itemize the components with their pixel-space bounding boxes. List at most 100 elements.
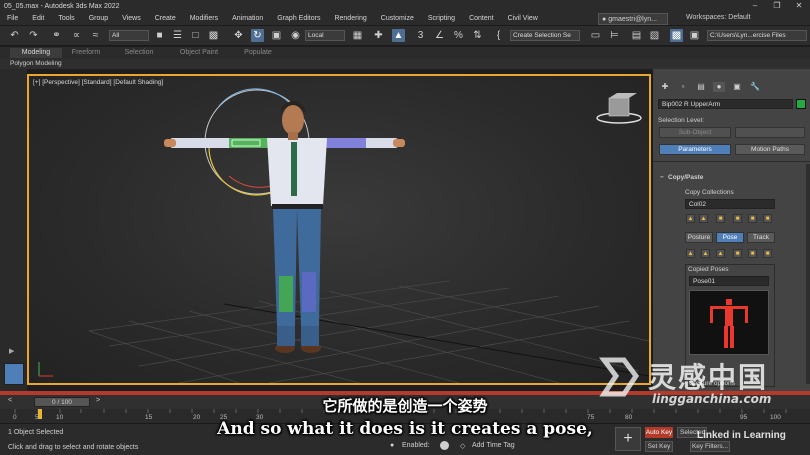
paste-opposite-icon[interactable]: ▲	[716, 249, 725, 258]
menu-graph-editors[interactable]: Graph Editors	[270, 15, 327, 22]
collection-dropdown[interactable]: Col02	[685, 199, 775, 209]
percent-snap-icon[interactable]: %	[452, 29, 465, 42]
menu-scripting[interactable]: Scripting	[421, 15, 462, 22]
selection-filter-dropdown[interactable]: All	[109, 30, 149, 41]
display-tab-icon[interactable]: ▣	[731, 82, 743, 92]
menu-tools[interactable]: Tools	[51, 15, 81, 22]
menu-rendering[interactable]: Rendering	[327, 15, 373, 22]
move-icon[interactable]: ✥	[232, 29, 245, 42]
named-selection-set-dropdown[interactable]: Create Selection Se	[510, 30, 580, 41]
tab-modeling[interactable]: Modeling	[10, 48, 62, 58]
render-frame-icon[interactable]: ▣	[688, 29, 701, 42]
paste-pose-icon[interactable]: ▲	[701, 249, 710, 258]
scale-icon[interactable]: ▣	[270, 29, 283, 42]
pose-dropdown[interactable]: Pose01	[689, 276, 769, 286]
render-setup-icon[interactable]: ▩	[670, 29, 683, 42]
command-panel-scrollbar[interactable]	[806, 164, 810, 384]
paste-collection-icon[interactable]: ■	[748, 214, 757, 223]
select-manipulate-icon[interactable]: ✚	[372, 29, 385, 42]
viewport-layout-thumbnail[interactable]	[4, 363, 24, 385]
bind-space-warp-icon[interactable]: ≈	[89, 29, 102, 42]
save-collection-icon[interactable]: ■	[716, 214, 725, 223]
menu-content[interactable]: Content	[462, 15, 501, 22]
copy-all-icon[interactable]: ■	[763, 249, 772, 258]
character-model[interactable]	[164, 101, 405, 353]
pose-button[interactable]: Pose	[716, 232, 744, 243]
viewcube-icon[interactable]	[596, 93, 642, 124]
menu-modifiers[interactable]: Modifiers	[183, 15, 225, 22]
pivot-center-icon[interactable]: ▦	[351, 29, 364, 42]
menu-customize[interactable]: Customize	[374, 15, 421, 22]
project-folder-dropdown[interactable]: C:\Users\Lyn...ercise Files	[707, 30, 807, 41]
utilities-tab-icon[interactable]: 🔧	[749, 82, 761, 92]
user-account-dropdown[interactable]: ● gmaestri@lyn...	[598, 13, 668, 25]
copy-collection-icon[interactable]: ■	[733, 214, 742, 223]
rectangular-selection-icon[interactable]: □	[189, 29, 202, 42]
menu-edit[interactable]: Edit	[25, 15, 51, 22]
menu-create[interactable]: Create	[148, 15, 183, 22]
place-icon[interactable]: ◉	[289, 29, 302, 42]
time-tag-icon[interactable]: ◇	[460, 442, 465, 450]
motion-paths-button[interactable]: Motion Paths	[735, 144, 805, 155]
close-button[interactable]: ✕	[788, 0, 810, 12]
menu-views[interactable]: Views	[115, 15, 148, 22]
pose-thumbnail[interactable]	[689, 290, 769, 355]
edit-named-selection-icon[interactable]: {	[492, 29, 505, 42]
menu-file[interactable]: File	[0, 15, 25, 22]
modify-tab-icon[interactable]: ▫	[677, 82, 689, 92]
undo-icon[interactable]: ↶	[8, 29, 21, 42]
minimize-button[interactable]: –	[744, 0, 766, 12]
reference-coordinate-dropdown[interactable]: Local	[305, 30, 345, 41]
menu-civil-view[interactable]: Civil View	[501, 15, 545, 22]
rollout-toggle-icon[interactable]: −	[660, 174, 664, 181]
enabled-toggle[interactable]	[440, 441, 449, 450]
keyboard-shortcut-override-icon[interactable]: ▲	[392, 29, 405, 42]
tab-freeform[interactable]: Freeform	[66, 48, 106, 58]
copy-paste-rollout-title[interactable]: Copy/Paste	[668, 174, 703, 181]
set-key-button[interactable]: Set Key	[645, 441, 673, 452]
object-color-swatch[interactable]	[796, 99, 806, 109]
menu-animation[interactable]: Animation	[225, 15, 270, 22]
sub-object-dropdown[interactable]	[735, 127, 805, 138]
add-time-tag-button[interactable]: Add Time Tag	[472, 442, 515, 449]
select-by-name-icon[interactable]: ☰	[171, 29, 184, 42]
object-name-field[interactable]: Bip002 R UpperArm	[658, 99, 793, 109]
new-collection-icon[interactable]: ▲	[686, 214, 695, 223]
delete-pose-icon[interactable]: ■	[733, 249, 742, 258]
time-tag-lock-icon[interactable]: ●	[390, 442, 394, 449]
posture-button[interactable]: Posture	[685, 232, 713, 243]
tab-populate[interactable]: Populate	[238, 48, 278, 58]
restore-button[interactable]: ❐	[766, 0, 788, 12]
mirror-icon[interactable]: ▭	[589, 29, 602, 42]
redo-icon[interactable]: ↷	[27, 29, 40, 42]
sub-object-button[interactable]: Sub-Object	[659, 127, 731, 138]
parameters-button[interactable]: Parameters	[659, 144, 731, 155]
motion-tab-icon[interactable]: ●	[713, 82, 725, 92]
delete-all-poses-icon[interactable]: ■	[748, 249, 757, 258]
angle-snap-icon[interactable]: ∠	[433, 29, 446, 42]
rotate-icon[interactable]: ↻	[251, 29, 264, 42]
track-button[interactable]: Track	[747, 232, 775, 243]
tab-object-paint[interactable]: Object Paint	[172, 48, 226, 58]
snaps-toggle-icon[interactable]: 3	[414, 29, 427, 42]
menu-group[interactable]: Group	[82, 15, 115, 22]
spinner-snap-icon[interactable]: ⇅	[471, 29, 484, 42]
window-crossing-icon[interactable]: ▩	[207, 29, 220, 42]
link-icon[interactable]: ⚭	[50, 29, 63, 42]
perspective-viewport[interactable]: [+] [Perspective] [Standard] [Default Sh…	[27, 74, 651, 385]
create-tab-icon[interactable]: ✚	[659, 82, 671, 92]
unlink-icon[interactable]: ∝	[70, 29, 83, 42]
layer-explorer-icon[interactable]: ▧	[648, 29, 661, 42]
key-filters-button[interactable]: Key Filters...	[690, 441, 730, 452]
align-icon[interactable]: ⊨	[608, 29, 621, 42]
select-object-icon[interactable]: ■	[153, 29, 166, 42]
expand-arrow-icon[interactable]: ▶	[9, 347, 19, 357]
tab-selection[interactable]: Selection	[118, 48, 160, 58]
copy-pose-icon[interactable]: ▲	[686, 249, 695, 258]
workspace-selector[interactable]: Workspaces: Default	[686, 14, 750, 21]
hierarchy-tab-icon[interactable]: ▤	[695, 82, 707, 92]
ribbon-panel-polygon-modeling[interactable]: Polygon Modeling	[0, 59, 810, 69]
scene-explorer-icon[interactable]: ▤	[630, 29, 643, 42]
delete-collection-icon[interactable]: ■	[763, 214, 772, 223]
load-collection-icon[interactable]: ▲	[699, 214, 708, 223]
